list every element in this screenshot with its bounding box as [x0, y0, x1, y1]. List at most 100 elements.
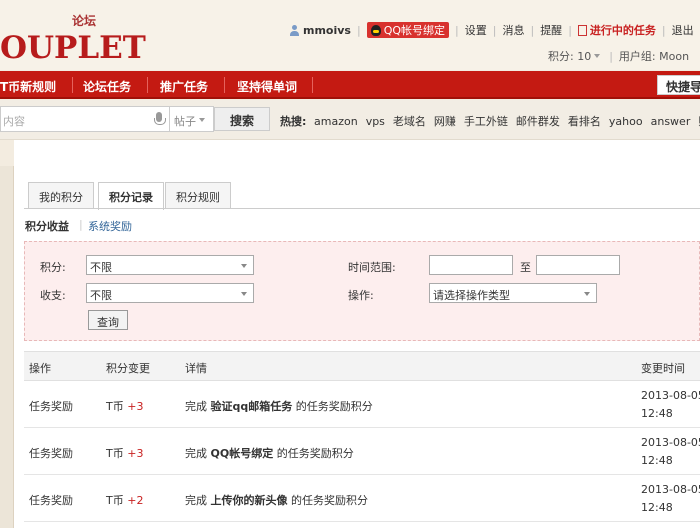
subtab-divider: |	[79, 218, 83, 231]
reminders-link[interactable]: 提醒	[540, 22, 562, 38]
hot-term[interactable]: vps	[366, 115, 385, 128]
messages-link[interactable]: 消息	[502, 22, 524, 38]
nav-item-promo-tasks[interactable]: 推广任务	[160, 78, 208, 95]
income-filter-value: 不限	[90, 289, 112, 302]
row-detail: 完成 验证qq邮箱任务 的任务奖励积分	[185, 398, 373, 414]
column-header-time: 变更时间	[641, 362, 685, 375]
main-nav: T币新规则 论坛任务 推广任务 坚持得单词	[0, 71, 700, 99]
row-task-link[interactable]: 上传你的新头像	[211, 494, 288, 507]
end-date-input[interactable]	[536, 255, 620, 275]
hot-term[interactable]: amazon	[314, 115, 358, 128]
row-detail-suffix: 的任务奖励积分	[295, 400, 373, 413]
nav-item-forum-tasks[interactable]: 论坛任务	[83, 78, 131, 95]
row-change: T币 +3	[106, 445, 143, 461]
hot-search-list: amazonvps老域名网赚手工外链邮件群发看排名yahooanswer账	[314, 113, 700, 129]
hot-term[interactable]: 手工外链	[464, 115, 508, 128]
row-change: T币 +2	[106, 492, 143, 508]
chevron-down-icon	[584, 292, 590, 296]
hot-term[interactable]: 邮件群发	[516, 115, 560, 128]
action-filter-select[interactable]: 请选择操作类型	[429, 283, 597, 303]
settings-link[interactable]: 设置	[465, 22, 487, 38]
tasks-in-progress-link[interactable]: 进行中的任务	[590, 22, 656, 38]
subtab-system-rewards[interactable]: 系统奖励	[88, 218, 132, 234]
row-task-link[interactable]: QQ帐号绑定	[211, 447, 274, 460]
tab-my-points[interactable]: 我的积分	[28, 182, 94, 209]
hot-term[interactable]: answer	[651, 115, 691, 128]
row-time: 12:48	[641, 454, 673, 467]
row-date: 2013-08-05	[641, 389, 700, 402]
user-icon	[290, 24, 299, 36]
column-header-change: 积分变更	[106, 362, 150, 375]
microphone-icon[interactable]	[154, 112, 166, 125]
chevron-down-icon	[199, 118, 205, 122]
row-task-link[interactable]: 验证qq邮箱任务	[211, 400, 293, 413]
points-filter-select[interactable]: 不限	[86, 255, 254, 275]
qq-bind-button[interactable]: QQ帐号绑定	[366, 22, 450, 38]
logo-forum-label: 论坛	[72, 14, 97, 28]
row-date: 2013-08-05	[641, 483, 700, 496]
income-filter-select[interactable]: 不限	[86, 283, 254, 303]
to-label: 至	[520, 261, 531, 274]
start-date-input[interactable]	[429, 255, 513, 275]
qq-icon	[370, 24, 381, 36]
tab-points-log[interactable]: 积分记录	[98, 182, 164, 210]
hot-term[interactable]: 网赚	[434, 115, 456, 128]
nav-item-words[interactable]: 坚持得单词	[237, 78, 297, 95]
subtab-points-income[interactable]: 积分收益	[25, 218, 69, 234]
column-header-action: 操作	[29, 362, 51, 375]
site-logo[interactable]: OUPLET	[0, 30, 146, 66]
row-time: 12:48	[641, 407, 673, 420]
row-action: 任务奖励	[29, 494, 73, 507]
row-detail-prefix: 完成	[185, 494, 207, 507]
query-button[interactable]: 查询	[88, 310, 128, 330]
nav-item-tcoin-rules[interactable]: T币新规则	[0, 78, 56, 95]
hot-term[interactable]: yahoo	[609, 115, 643, 128]
quick-nav-button[interactable]: 快捷导航	[657, 75, 700, 95]
row-detail: 完成 上传你的新头像 的任务奖励积分	[185, 492, 368, 508]
row-change-value: +3	[127, 400, 144, 413]
user-status-line: 积分: 10 | 用户组: Moon	[548, 48, 690, 64]
points-menu[interactable]: 积分: 10	[548, 48, 591, 64]
chevron-down-icon	[241, 292, 247, 296]
row-detail-prefix: 完成	[185, 447, 207, 460]
row-detail: 完成 QQ帐号绑定 的任务奖励积分	[185, 445, 354, 461]
search-scope-select[interactable]: 帖子	[170, 106, 214, 132]
tab-points-rules[interactable]: 积分规则	[165, 182, 231, 209]
chevron-down-icon	[241, 264, 247, 268]
row-change: T币 +3	[106, 398, 143, 414]
column-header-details: 详情	[185, 362, 207, 375]
row-date: 2013-08-05	[641, 436, 700, 449]
row-currency: T币	[106, 400, 124, 413]
row-detail-prefix: 完成	[185, 400, 207, 413]
row-currency: T币	[106, 494, 124, 507]
income-filter-label: 收支:	[40, 289, 66, 302]
logout-link[interactable]: 退出	[672, 22, 694, 38]
hot-search-label: 热搜:	[280, 115, 307, 128]
chevron-down-icon	[594, 54, 601, 58]
points-filter-label: 积分:	[40, 261, 66, 274]
search-scope-label: 帖子	[174, 115, 196, 128]
search-input[interactable]: 内容	[0, 106, 170, 132]
action-filter-value: 请选择操作类型	[433, 289, 510, 302]
username-link[interactable]: mmoivs	[303, 24, 351, 37]
row-change-value: +3	[127, 447, 144, 460]
hot-term[interactable]: 看排名	[568, 115, 601, 128]
task-icon	[577, 24, 587, 36]
user-toolbar: mmoivs | QQ帐号绑定 | 设置 | 消息 | 提醒 | 进行中的任务 …	[290, 22, 694, 38]
left-sidebar-strip	[0, 166, 14, 528]
row-currency: T币	[106, 447, 124, 460]
row-change-value: +2	[127, 494, 144, 507]
row-action: 任务奖励	[29, 447, 73, 460]
row-detail-suffix: 的任务奖励积分	[291, 494, 368, 507]
time-range-label: 时间范围:	[348, 261, 396, 274]
row-time: 12:48	[641, 501, 673, 514]
search-button[interactable]: 搜索	[214, 107, 270, 131]
qq-bind-label: QQ帐号绑定	[383, 24, 446, 37]
row-action: 任务奖励	[29, 400, 73, 413]
action-filter-label: 操作:	[348, 289, 374, 302]
points-filter-value: 不限	[90, 261, 112, 274]
row-detail-suffix: 的任务奖励积分	[276, 447, 354, 460]
hot-term[interactable]: 老域名	[393, 115, 426, 128]
usergroup-link[interactable]: 用户组: Moon	[619, 48, 689, 64]
tab-divider	[24, 208, 700, 209]
